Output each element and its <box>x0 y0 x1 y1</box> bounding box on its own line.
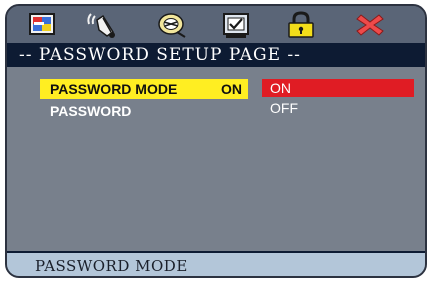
settings-panel: PASSWORD MODE ON PASSWORD ON OFF <box>7 67 425 251</box>
exit-x-icon[interactable] <box>353 10 387 40</box>
display-setup-icon[interactable] <box>25 10 59 40</box>
icon-bar <box>7 6 425 43</box>
page-title: -- PASSWORD SETUP PAGE -- <box>7 43 425 67</box>
setup-menu-screen: -- PASSWORD SETUP PAGE -- PASSWORD MODE … <box>5 4 427 278</box>
option-on[interactable]: ON <box>262 79 414 97</box>
password-mode-value: ON <box>221 81 242 97</box>
disc-setup-icon[interactable] <box>155 10 189 40</box>
audio-setup-icon[interactable] <box>85 10 119 40</box>
lock-icon[interactable] <box>284 10 318 40</box>
preference-checkbox-icon[interactable] <box>219 10 253 40</box>
password-mode-label: PASSWORD MODE <box>50 81 178 97</box>
status-bar: PASSWORD MODE <box>7 253 425 276</box>
password-row[interactable]: PASSWORD <box>50 102 131 120</box>
option-off[interactable]: OFF <box>262 99 414 117</box>
password-mode-row[interactable]: PASSWORD MODE ON <box>40 79 248 99</box>
